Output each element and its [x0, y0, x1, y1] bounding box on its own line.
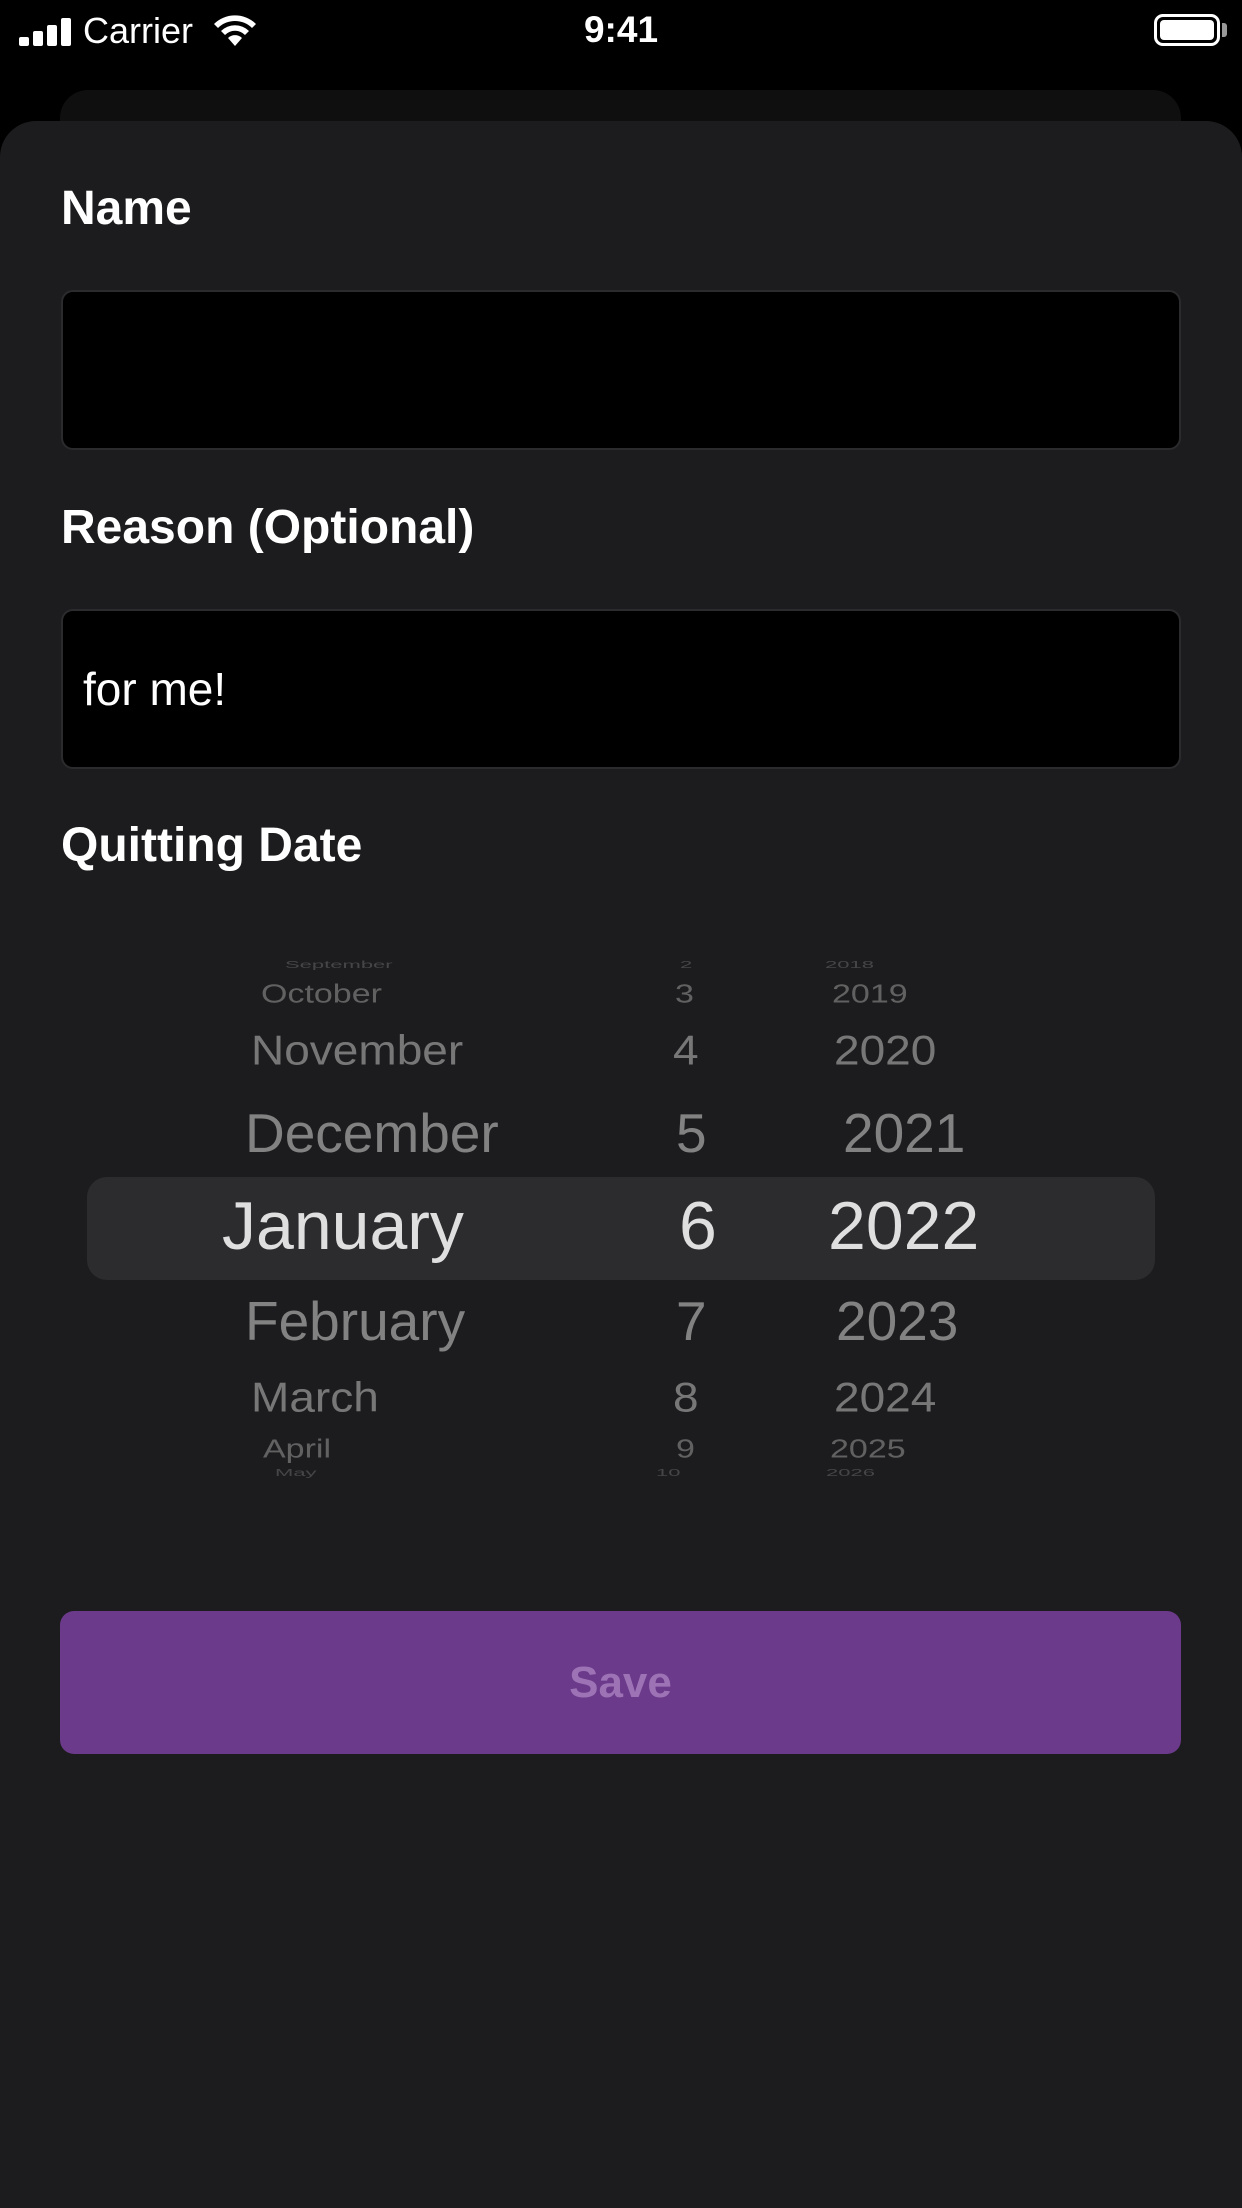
picker-year-item[interactable]: 2018 [825, 959, 874, 971]
picker-day-item[interactable]: 4 [673, 1026, 699, 1075]
reason-label: Reason (Optional) [61, 501, 475, 554]
picker-month-item[interactable]: October [261, 980, 382, 1009]
save-button[interactable]: Save [60, 1611, 1181, 1754]
picker-year-item[interactable]: 2025 [830, 1435, 906, 1464]
picker-day-item[interactable]: 9 [676, 1435, 695, 1464]
picker-day-item[interactable]: 5 [676, 1101, 707, 1165]
picker-day-item[interactable]: 7 [676, 1289, 707, 1353]
picker-month-item[interactable]: May [275, 1467, 317, 1479]
picker-day-selected[interactable]: 6 [679, 1187, 717, 1265]
picker-day-item[interactable]: 8 [673, 1373, 699, 1422]
picker-year-item[interactable]: 2019 [832, 980, 908, 1009]
name-field[interactable] [61, 290, 1181, 450]
status-time: 9:41 [583, 9, 659, 50]
name-label: Name [61, 182, 192, 235]
quitting-date-label: Quitting Date [61, 819, 363, 872]
picker-day-item[interactable]: 10 [656, 1467, 680, 1479]
picker-month-selected[interactable]: January [222, 1187, 464, 1265]
date-picker[interactable]: September October November December Janu… [0, 955, 1242, 1490]
picker-day-item[interactable]: 3 [675, 980, 694, 1009]
picker-year-selected[interactable]: 2022 [828, 1187, 979, 1265]
picker-day-item[interactable]: 2 [680, 959, 692, 971]
picker-month-item[interactable]: December [245, 1101, 499, 1165]
picker-month-item[interactable]: March [251, 1373, 379, 1422]
picker-month-item[interactable]: November [251, 1026, 463, 1075]
picker-month-item[interactable]: February [245, 1289, 465, 1353]
picker-year-item[interactable]: 2021 [843, 1101, 965, 1165]
picker-year-item[interactable]: 2023 [836, 1289, 958, 1353]
picker-year-item[interactable]: 2020 [834, 1026, 936, 1075]
picker-year-item[interactable]: 2024 [834, 1373, 936, 1422]
battery-icon [1154, 14, 1220, 46]
save-button-label: Save [569, 1657, 672, 1707]
picker-year-item[interactable]: 2026 [826, 1467, 875, 1479]
picker-month-item[interactable]: April [263, 1435, 331, 1464]
picker-month-item[interactable]: September [285, 959, 393, 971]
status-bar: Carrier 9:41 [0, 0, 1242, 64]
battery-tip [1222, 23, 1227, 37]
reason-field[interactable]: for me! [61, 609, 1181, 769]
